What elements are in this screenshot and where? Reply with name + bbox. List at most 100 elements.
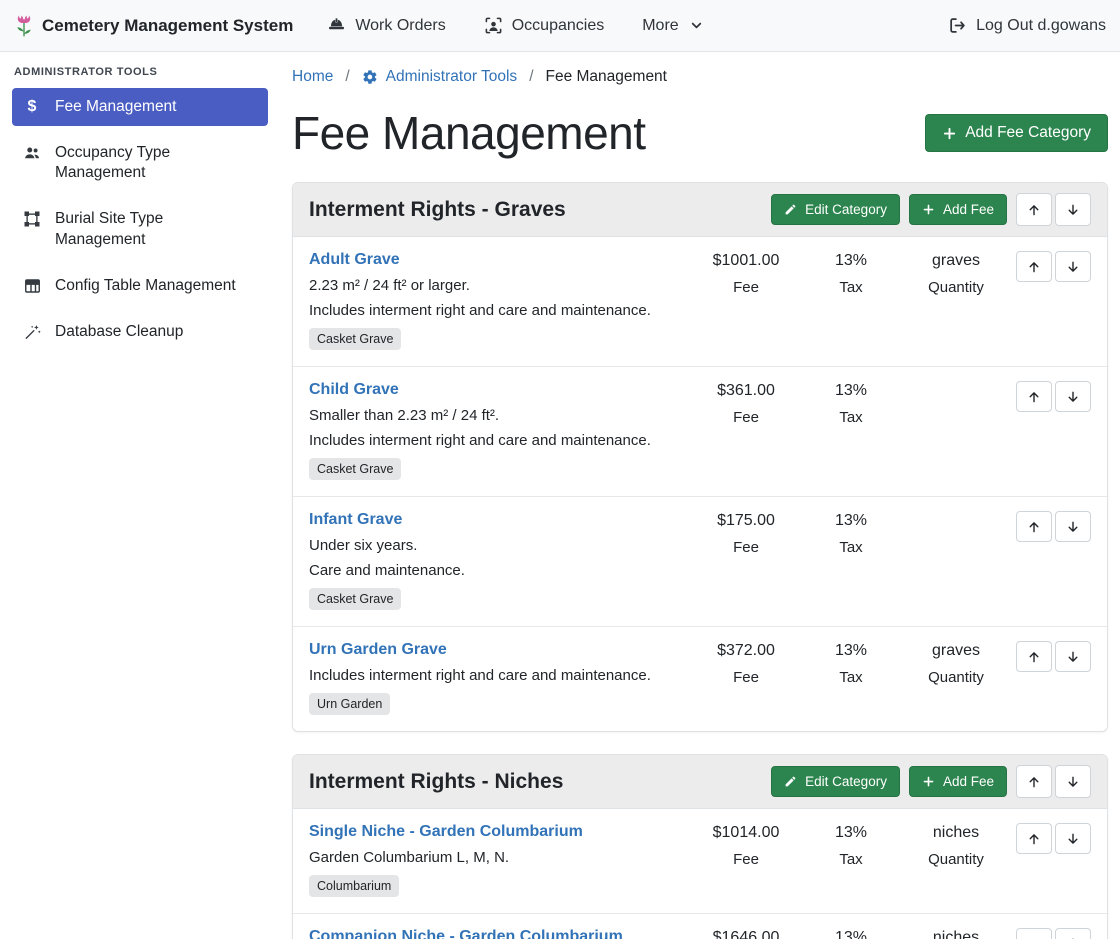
- fee-tax-cell: 13% Tax: [801, 381, 901, 426]
- fee-name-link[interactable]: Child Grave: [309, 381, 399, 399]
- sidebar-item-label: Config Table Management: [55, 276, 236, 296]
- move-category-up-button[interactable]: [1016, 193, 1052, 226]
- fee-amount-value: $1646.00: [691, 929, 801, 939]
- fee-description: Includes interment right and care and ma…: [309, 667, 691, 684]
- fee-name-link[interactable]: Companion Niche - Garden Columbarium: [309, 928, 623, 939]
- fee-name-link[interactable]: Adult Grave: [309, 251, 400, 269]
- fee-reorder-controls: [1016, 641, 1091, 672]
- move-fee-down-button[interactable]: [1055, 511, 1091, 542]
- fee-quantity-cell: niches Quantity: [901, 823, 1011, 868]
- move-fee-down-button[interactable]: [1055, 251, 1091, 282]
- edit-category-label: Edit Category: [805, 202, 887, 217]
- table-icon: [22, 277, 42, 295]
- fee-name-link[interactable]: Urn Garden Grave: [309, 641, 447, 659]
- move-fee-down-button[interactable]: [1055, 641, 1091, 672]
- move-fee-up-button[interactable]: [1016, 928, 1052, 939]
- fee-description: 2.23 m² / 24 ft² or larger.: [309, 277, 691, 294]
- nav-work-orders-label: Work Orders: [355, 17, 445, 35]
- nav-more-label: More: [642, 17, 678, 35]
- sidebar-item-occupancy-type[interactable]: Occupancy Type Management: [12, 134, 268, 192]
- fee-reorder-controls: [1016, 251, 1091, 282]
- fee-description: Under six years.: [309, 537, 691, 554]
- move-fee-up-button[interactable]: [1016, 511, 1052, 542]
- edit-category-button[interactable]: Edit Category: [771, 194, 900, 225]
- fee-info: Adult Grave 2.23 m² / 24 ft² or larger. …: [309, 251, 691, 350]
- move-fee-down-button[interactable]: [1055, 381, 1091, 412]
- sidebar-item-label: Fee Management: [55, 97, 177, 117]
- fee-tax-cell: 13% Tax: [801, 511, 901, 556]
- move-fee-up-button[interactable]: [1016, 641, 1052, 672]
- edit-category-button[interactable]: Edit Category: [771, 766, 900, 797]
- logout-link[interactable]: Log Out d.gowans: [948, 16, 1106, 35]
- fee-tax-label: Tax: [801, 851, 901, 868]
- move-fee-up-button[interactable]: [1016, 823, 1052, 854]
- arrow-down-icon: [1066, 650, 1080, 664]
- fee-row: Adult Grave 2.23 m² / 24 ft² or larger. …: [293, 237, 1107, 367]
- arrow-down-icon: [1066, 203, 1080, 217]
- navbar-links: Work Orders Occupancies More: [327, 16, 702, 35]
- fee-tax-label: Tax: [801, 409, 901, 426]
- breadcrumb-home-link[interactable]: Home: [292, 68, 333, 86]
- add-fee-button[interactable]: Add Fee: [909, 766, 1007, 797]
- move-category-down-button[interactable]: [1055, 765, 1091, 798]
- fee-name-link[interactable]: Infant Grave: [309, 511, 402, 529]
- breadcrumb-admin-tools-label: Administrator Tools: [386, 68, 518, 86]
- sidebar-item-fee-management[interactable]: $ Fee Management: [12, 88, 268, 126]
- fee-amount-cell: $1001.00 Fee: [691, 251, 801, 296]
- fee-quantity-value: niches: [901, 929, 1011, 939]
- fee-quantity-cell: graves Quantity: [901, 251, 1011, 296]
- breadcrumb: Home / Administrator Tools / Fee Managem…: [292, 68, 1108, 86]
- gear-icon: [362, 69, 378, 85]
- fee-quantity-cell: graves Quantity: [901, 641, 1011, 686]
- fee-tax-cell: 13% Tax: [801, 823, 901, 868]
- sidebar-item-label: Database Cleanup: [55, 322, 183, 342]
- breadcrumb-admin-tools-link[interactable]: Administrator Tools: [362, 68, 518, 86]
- arrow-up-icon: [1027, 260, 1041, 274]
- fee-type-badge: Casket Grave: [309, 328, 401, 350]
- sidebar-item-burial-site-type[interactable]: Burial Site Type Management: [12, 200, 268, 258]
- fee-amount-label: Fee: [691, 851, 801, 868]
- fee-quantity-cell-empty: [901, 511, 1011, 512]
- sidebar-item-label: Burial Site Type Management: [55, 209, 258, 249]
- fee-amount-cell: $361.00 Fee: [691, 381, 801, 426]
- move-category-up-button[interactable]: [1016, 765, 1052, 798]
- fee-type-badge: Columbarium: [309, 875, 399, 897]
- brand-title: Cemetery Management System: [42, 16, 293, 36]
- move-fee-up-button[interactable]: [1016, 251, 1052, 282]
- fee-reorder-controls: [1016, 511, 1091, 542]
- add-fee-category-button[interactable]: Add Fee Category: [925, 114, 1108, 152]
- fee-quantity-value: graves: [901, 642, 1011, 660]
- move-fee-down-button[interactable]: [1055, 928, 1091, 939]
- app-brand[interactable]: Cemetery Management System: [14, 13, 293, 38]
- admin-sidebar: Administrator Tools $ Fee Management Occ…: [0, 52, 280, 939]
- nav-work-orders[interactable]: Work Orders: [327, 16, 445, 35]
- fee-tax-value: 13%: [801, 642, 901, 660]
- fee-amount-value: $1014.00: [691, 824, 801, 842]
- fee-info: Companion Niche - Garden Columbarium Gar…: [309, 928, 691, 939]
- fee-row: Urn Garden Grave Includes interment righ…: [293, 627, 1107, 731]
- fee-tax-value: 13%: [801, 382, 901, 400]
- fee-description: Includes interment right and care and ma…: [309, 302, 691, 319]
- fee-name-link[interactable]: Single Niche - Garden Columbarium: [309, 823, 583, 841]
- category-header: Interment Rights - Graves Edit Category …: [293, 183, 1107, 237]
- dollar-icon: $: [22, 98, 42, 116]
- add-fee-button[interactable]: Add Fee: [909, 194, 1007, 225]
- fee-amount-label: Fee: [691, 539, 801, 556]
- category-card-graves: Interment Rights - Graves Edit Category …: [292, 182, 1108, 732]
- fee-row: Infant Grave Under six years. Care and m…: [293, 497, 1107, 627]
- sidebar-item-database-cleanup[interactable]: Database Cleanup: [12, 313, 268, 351]
- category-reorder-controls: [1016, 765, 1091, 798]
- add-fee-category-label: Add Fee Category: [965, 124, 1091, 142]
- arrow-down-icon: [1066, 832, 1080, 846]
- move-fee-up-button[interactable]: [1016, 381, 1052, 412]
- fee-tax-label: Tax: [801, 539, 901, 556]
- arrow-down-icon: [1066, 520, 1080, 534]
- nav-more[interactable]: More: [642, 17, 702, 35]
- sidebar-item-config-table[interactable]: Config Table Management: [12, 267, 268, 305]
- move-fee-down-button[interactable]: [1055, 823, 1091, 854]
- nav-occupancies[interactable]: Occupancies: [484, 16, 605, 35]
- move-category-down-button[interactable]: [1055, 193, 1091, 226]
- magic-wand-icon: [22, 323, 42, 341]
- page-header: Fee Management Add Fee Category: [292, 106, 1108, 160]
- category-title: Interment Rights - Graves: [309, 198, 566, 222]
